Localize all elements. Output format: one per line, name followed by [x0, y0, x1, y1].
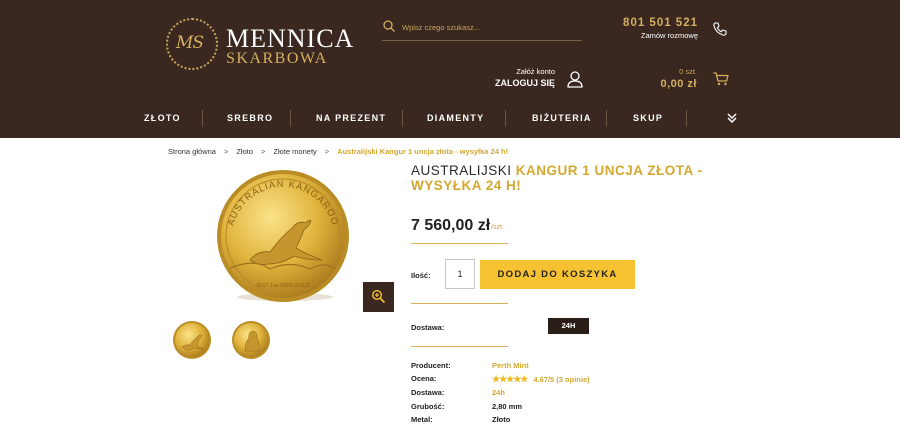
coin-year-text: 2017 1oz 9999 GOLD: [256, 283, 310, 289]
callback-link[interactable]: Zamów rozmowę: [623, 31, 698, 40]
cart-icon[interactable]: [713, 72, 729, 86]
breadcrumb-gold[interactable]: Złoto: [236, 147, 253, 156]
nav-divider: [505, 110, 506, 127]
nav-divider: [290, 110, 291, 127]
breadcrumb-home[interactable]: Strona główna: [168, 147, 216, 156]
cart-count: 0 szt.: [679, 67, 697, 76]
register-link[interactable]: Załóż konto: [495, 67, 555, 76]
producer-link[interactable]: Perth Mint: [492, 361, 529, 370]
product-thumbnail[interactable]: [231, 320, 271, 360]
breadcrumb-current: Australijski Kangur 1 uncja złota - wysy…: [337, 147, 509, 156]
rating-value[interactable]: 4.67/5 (3 opinie): [533, 375, 589, 384]
add-to-cart-button[interactable]: DODAJ DO KOSZYKA: [480, 260, 635, 289]
detail-key: Ocena:: [411, 374, 437, 383]
search-input[interactable]: [402, 18, 580, 36]
nav-item-na-prezent[interactable]: NA PREZENT: [316, 109, 386, 127]
product-title-plain: AUSTRALIJSKI: [411, 163, 516, 178]
zoom-icon: [371, 289, 386, 304]
breadcrumb-gold-coins[interactable]: Złote monety: [273, 147, 316, 156]
phone-block[interactable]: 801 501 521 Zamów rozmowę: [623, 17, 698, 40]
phone-number: 801 501 521: [623, 17, 698, 29]
logo-monogram: MS: [176, 33, 204, 53]
quantity-label: Ilość:: [411, 271, 431, 280]
nav-item-srebro[interactable]: SREBRO: [227, 109, 273, 127]
divider: [411, 303, 508, 304]
rating[interactable]: ★★★★★ 4.67/5 (3 opinie): [492, 374, 590, 385]
breadcrumb-separator: >: [261, 147, 266, 156]
login-link[interactable]: ZALOGUJ SIĘ: [495, 78, 555, 88]
detail-key: Producent:: [411, 361, 451, 370]
nav-item-skup[interactable]: SKUP: [633, 109, 663, 127]
breadcrumb-separator: >: [324, 147, 330, 156]
detail-row-thickness: Grubość: 2,80 mm: [411, 402, 671, 412]
detail-row-producer: Producent: Perth Mint: [411, 361, 671, 371]
account-block[interactable]: Załóż konto ZALOGUJ SIĘ: [495, 67, 555, 88]
chevron-down-icon[interactable]: [726, 112, 738, 124]
main-nav: ZŁOTO SREBRO NA PREZENT DIAMENTY BIŻUTER…: [130, 109, 750, 127]
nav-divider: [606, 110, 607, 127]
product-price: 7 560,00 zł: [411, 217, 491, 234]
detail-row-metal: Metal: Złoto: [411, 415, 671, 425]
phone-icon[interactable]: [712, 21, 728, 37]
divider: [411, 243, 508, 244]
detail-key: Metal:: [411, 415, 433, 424]
delivery-badge: 24H: [548, 318, 589, 334]
quantity-input[interactable]: 1: [445, 259, 475, 289]
product-image[interactable]: AUSTRALIAN KANGAROO 2017 1oz 9999 GOLD: [210, 168, 355, 305]
logo-emblem: MS: [166, 18, 218, 70]
nav-item-diamenty[interactable]: DIAMENTY: [427, 109, 484, 127]
detail-value: Złoto: [492, 415, 511, 424]
divider: [411, 346, 508, 347]
detail-row-delivery: Dostawa: 24h: [411, 388, 671, 398]
nav-divider: [402, 110, 403, 127]
rating-stars-icon: ★★★★★: [492, 374, 528, 384]
cart-block[interactable]: 0 szt. 0,00 zł: [660, 67, 697, 90]
cart-total: 0,00 zł: [660, 78, 697, 90]
product-thumbnail[interactable]: [172, 320, 212, 360]
logo[interactable]: MS MENNICA SKARBOWA: [166, 18, 366, 74]
zoom-button[interactable]: [363, 282, 394, 312]
search-icon[interactable]: [382, 19, 396, 33]
detail-row-rating: Ocena: ★★★★★ 4.67/5 (3 opinie): [411, 374, 671, 384]
detail-key: Grubość:: [411, 402, 445, 411]
nav-item-zloto[interactable]: ZŁOTO: [144, 109, 181, 127]
logo-text-line2: SKARBOWA: [226, 50, 328, 67]
detail-value: 2,80 mm: [492, 402, 523, 411]
price-unit: /szt.: [491, 224, 504, 231]
nav-divider: [686, 110, 687, 127]
breadcrumb: Strona główna > Złoto > Złote monety > Austral…: [168, 147, 508, 156]
user-icon[interactable]: [566, 70, 584, 88]
search-bar: [382, 17, 582, 41]
detail-value: 24h: [492, 388, 505, 397]
delivery-label: Dostawa:: [411, 323, 445, 332]
product-title: AUSTRALIJSKI KANGUR 1 UNCJA ZŁOTA - WYSY…: [411, 163, 731, 193]
breadcrumb-separator: >: [223, 147, 229, 156]
nav-divider: [202, 110, 203, 127]
detail-key: Dostawa:: [411, 388, 445, 397]
site-header: MS MENNICA SKARBOWA 801 501 521 Zamów ro…: [0, 0, 900, 138]
nav-item-bizuteria[interactable]: BIŻUTERIA: [532, 109, 592, 127]
